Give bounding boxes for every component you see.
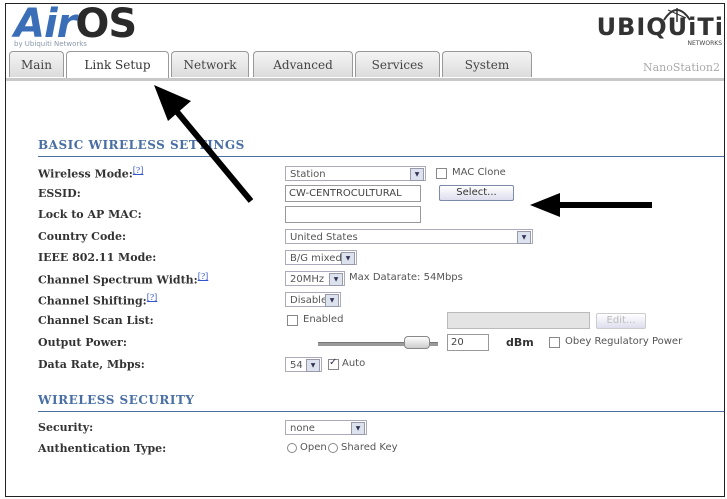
dbm-unit: dBm — [506, 336, 534, 349]
main-content: BASIC WIRELESS SETTINGS Wireless Mode:[?… — [18, 86, 724, 496]
auto-checkbox[interactable] — [328, 357, 339, 370]
wireless-mode-label: Wireless Mode:[?] — [38, 166, 144, 181]
auto-label: Auto — [342, 358, 366, 369]
divider — [38, 156, 724, 157]
channel-shifting-select[interactable]: Disabled ▼ — [285, 292, 341, 307]
security-select[interactable]: none ▼ — [285, 420, 367, 435]
essid-label: ESSID: — [38, 187, 81, 200]
auth-shared-radio[interactable] — [328, 443, 338, 453]
edit-button[interactable]: Edit... — [596, 313, 646, 329]
chevron-down-icon: ▼ — [329, 273, 343, 286]
airos-window: AirOS by Ubiquiti Networks UBIQUiTi NETW… — [5, 3, 725, 497]
tab-advanced[interactable]: Advanced — [253, 51, 353, 77]
lock-ap-mac-label: Lock to AP MAC: — [38, 208, 142, 221]
mac-clone-label: MAC Clone — [452, 167, 506, 178]
ubiquiti-logo: UBIQUiTi NETWORKS — [597, 8, 724, 47]
chevron-down-icon: ▼ — [325, 294, 339, 307]
channel-shifting-label: Channel Shifting:[?] — [38, 293, 158, 308]
chevron-down-icon: ▼ — [351, 422, 365, 435]
output-power-label: Output Power: — [38, 336, 127, 349]
wireless-mode-select[interactable]: Station ▼ — [285, 166, 426, 181]
auth-type-label: Authentication Type: — [38, 442, 167, 455]
auth-open-radio[interactable] — [287, 443, 297, 453]
tab-divider — [6, 78, 724, 81]
scan-list-enabled-checkbox[interactable] — [287, 315, 298, 326]
tab-main[interactable]: Main — [9, 51, 64, 77]
mac-clone-checkbox[interactable] — [436, 168, 447, 179]
output-power-slider-knob[interactable] — [404, 336, 430, 349]
data-rate-select[interactable]: 54 ▼ — [285, 357, 322, 372]
dish-icon — [663, 8, 691, 22]
security-label: Security: — [38, 421, 94, 434]
ieee-mode-label: IEEE 802.11 Mode: — [38, 251, 157, 264]
divider — [38, 411, 724, 412]
help-link[interactable]: [?] — [198, 272, 209, 281]
help-link[interactable]: [?] — [133, 166, 144, 175]
obey-regulatory-label: Obey Regulatory Power — [565, 336, 683, 347]
section-security-title: WIRELESS SECURITY — [38, 393, 195, 407]
country-code-select[interactable]: United States ▼ — [285, 229, 533, 244]
annotation-arrow-tabs — [154, 85, 254, 203]
airos-logo: AirOS by Ubiquiti Networks — [14, 3, 137, 48]
chevron-down-icon: ▼ — [341, 252, 355, 265]
annotation-arrow-select — [530, 193, 652, 217]
lock-ap-mac-input[interactable] — [285, 206, 421, 223]
channel-width-label: Channel Spectrum Width:[?] — [38, 272, 209, 287]
auth-open-label: Open — [300, 442, 327, 453]
scan-list-input — [447, 312, 590, 329]
tab-network[interactable]: Network — [171, 51, 249, 77]
chevron-down-icon: ▼ — [517, 231, 531, 244]
tab-services[interactable]: Services — [355, 51, 440, 77]
tab-bar: Main Link Setup Network Advanced Service… — [6, 51, 724, 79]
obey-regulatory-checkbox[interactable] — [549, 337, 560, 348]
country-code-label: Country Code: — [38, 230, 127, 243]
data-rate-label: Data Rate, Mbps: — [38, 358, 145, 371]
max-datarate-text: Max Datarate: 54Mbps — [349, 272, 463, 283]
tab-system[interactable]: System — [442, 51, 532, 77]
select-button[interactable]: Select... — [439, 185, 514, 201]
output-power-input[interactable]: 20 — [447, 334, 489, 351]
help-link[interactable]: [?] — [147, 293, 158, 302]
chevron-down-icon: ▼ — [410, 168, 424, 181]
essid-input[interactable]: CW-CENTROCULTURAL — [285, 185, 421, 202]
channel-width-select[interactable]: 20MHz ▼ — [285, 271, 345, 286]
scan-list-enabled-label: Enabled — [303, 314, 344, 325]
chevron-down-icon: ▼ — [306, 359, 320, 372]
scan-list-label: Channel Scan List: — [38, 314, 154, 327]
ieee-mode-select[interactable]: B/G mixed ▼ — [285, 250, 357, 265]
device-name: NanoStation2 — [642, 61, 720, 74]
auth-shared-label: Shared Key — [341, 442, 398, 453]
tab-link-setup[interactable]: Link Setup — [66, 51, 169, 79]
